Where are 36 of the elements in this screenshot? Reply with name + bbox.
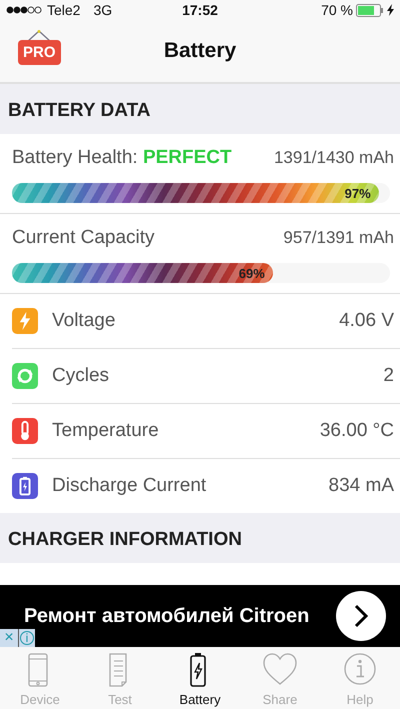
screen-title: Battery [164,39,236,63]
tab-item[interactable]: Device [0,647,80,709]
percent-reading: 97% [344,186,371,200]
tab-item[interactable]: Battery [160,647,240,709]
hanger-icon [26,30,52,42]
row-label: Discharge Current [52,475,208,497]
charging-bolt-icon [387,4,394,16]
row-label: Voltage [52,310,116,332]
row-label: Temperature [52,420,160,442]
clock-time: 17:52 [182,2,218,18]
carrier-name: Tele2 [47,2,80,18]
row-value: 2 [383,365,394,387]
tab-item[interactable]: Share [240,647,320,709]
battery-icon [356,4,384,16]
ad-close-button[interactable]: × [0,629,18,647]
tab-item[interactable]: Help [320,647,400,709]
ad-banner[interactable]: Ремонт автомобилей Citroen × i [0,585,400,647]
section-header: BATTERY DATA [0,84,400,134]
meter-value: 957/1391 mAh [283,228,394,248]
row-value: 36.00 °C [320,420,394,442]
row-label: Cycles [52,365,110,387]
meter-label: Battery Health: PERFECT [12,147,232,169]
ad-info-button[interactable]: i [18,629,35,647]
ad-arrow-button[interactable] [336,591,386,641]
tab-item[interactable]: Test [80,647,160,709]
row-value: 4.06 V [339,310,394,332]
meter-label: Current Capacity [12,227,155,249]
pro-badge[interactable]: PRO [18,40,61,65]
meter-value: 1391/1430 mAh [274,148,394,168]
network-type: 3G [93,2,112,18]
battery-percent: 70 % [321,2,353,18]
ad-text: Ремонт автомобилей Citroen [24,604,310,628]
signal-icon [6,6,42,14]
row-value: 834 mA [328,475,394,497]
section-header: CHARGER INFORMATION [0,513,400,563]
percent-reading: 69% [238,266,265,280]
